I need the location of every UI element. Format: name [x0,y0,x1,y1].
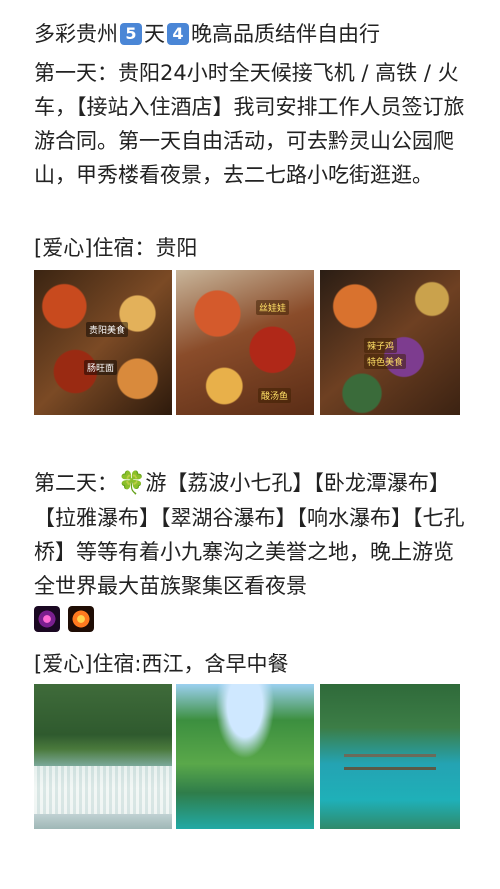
forest-lake-photo[interactable] [176,684,314,829]
sparkler-icon [68,606,94,632]
photo-tag: 贵阳美食 [86,322,129,337]
title-day-word: 天 [144,22,165,46]
day2-description: 第二天：🍀游【荔波小七孔】【卧龙潭瀑布】【拉雅瀑布】【翠湖谷瀑布】【响水瀑布】【… [34,466,474,637]
food-photo-1[interactable]: 贵阳美食 肠旺面 [34,270,172,415]
waterfall [34,766,172,814]
photo-tag: 特色美食 [364,354,407,369]
photo-tag: 肠旺面 [84,360,118,375]
food-photo-2[interactable]: 丝娃娃 酸汤鱼 [176,270,314,415]
photo-tag: 丝娃娃 [256,300,290,315]
days-badge: 5 [120,23,142,45]
fireworks-icon [34,606,60,632]
photo-tag: 辣子鸡 [364,338,398,353]
clover-icon: 🍀 [118,471,146,496]
seven-arch-bridge [344,754,436,770]
day1-stay: [爱心]住宿：贵阳 [34,236,198,260]
title-suffix: 晚高品质结伴自由行 [191,22,380,46]
nights-badge: 4 [167,23,189,45]
day1-description: 第一天：贵阳24小时全天候接飞机 / 高铁 / 火车，【接站入住酒店】我司安排工… [34,61,465,187]
waterfall-photo[interactable] [34,684,172,829]
day2-prefix: 第二天： [34,471,118,495]
day2-stay: [爱心]住宿:西江，含早中餐 [34,652,289,676]
photo-tag: 酸汤鱼 [258,388,292,403]
title-prefix: 多彩贵州 [34,22,118,46]
post-title: 多彩贵州 5 天 4 晚高品质结伴自由行 [34,18,478,50]
bridge-river-photo[interactable] [320,684,460,829]
food-photo-3[interactable]: 辣子鸡 特色美食 [320,270,460,415]
